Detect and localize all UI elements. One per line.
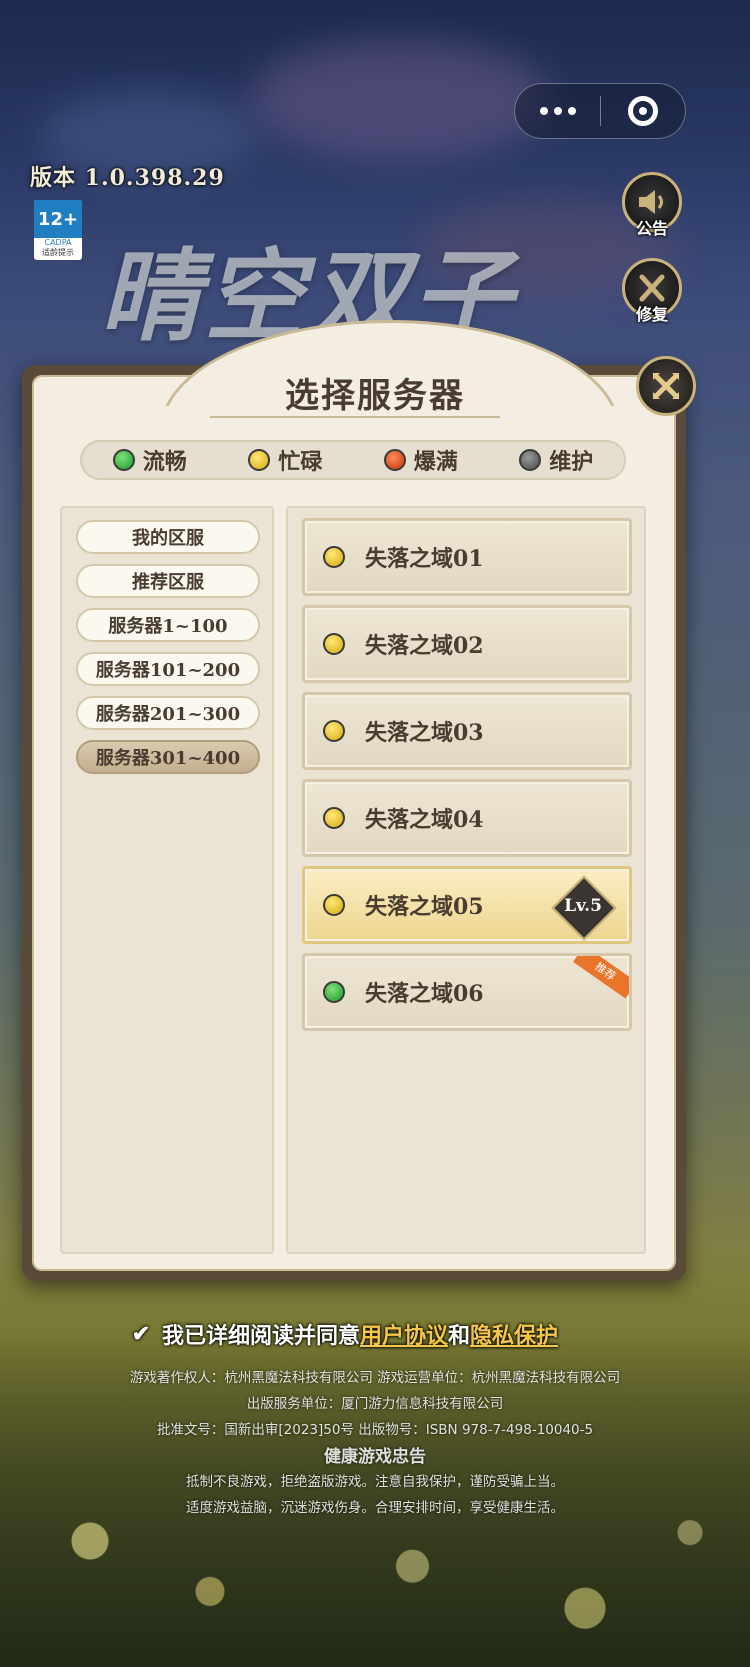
announcement-label: 公告 [635, 219, 668, 238]
category-my-servers[interactable]: 我的区服 [76, 520, 260, 554]
legend-label: 维护 [549, 449, 594, 475]
agreement-row: ✔ 我已详细阅读并同意用户协议和隐私保护 [130, 1318, 558, 1350]
more-dots-icon[interactable] [515, 84, 600, 138]
publisher-line: 出版服务单位：厦门游力信息科技有限公司 [246, 1396, 504, 1412]
server-name: 失落之域04 [365, 807, 484, 833]
legend-item-maintenance: 维护 [519, 444, 593, 476]
copyright-line: 游戏著作权人：杭州黑魔法科技有限公司 游戏运营单位：杭州黑魔法科技有限公司 [129, 1370, 621, 1386]
category-server-201-300[interactable]: 服务器201~300 [76, 696, 260, 730]
wrench-icon [639, 274, 665, 302]
age-rating-number: 12+ [34, 200, 82, 238]
gray-status-icon [519, 449, 542, 471]
category-server-1-100[interactable]: 服务器1~100 [76, 608, 260, 642]
health-advice-line: 抵制不良游戏，拒绝盗版游戏。注意自我保护，谨防受骗上当。 [186, 1474, 564, 1490]
age-rating-caption: 适龄提示 [42, 248, 74, 257]
privacy-policy-link[interactable]: 隐私保护 [470, 1323, 558, 1349]
close-miniprogram-icon[interactable] [601, 84, 685, 138]
green-status-icon [323, 981, 345, 1003]
server-name: 失落之域05 [365, 894, 484, 920]
age-rating-badge[interactable]: 12+ CADPA 适龄提示 [34, 200, 82, 260]
user-agreement-link[interactable]: 用户协议 [360, 1323, 448, 1349]
category-server-301-400[interactable]: 服务器301~400 [76, 740, 260, 774]
server-name: 失落之域01 [365, 546, 484, 572]
legend-item-full: 爆满 [383, 444, 458, 476]
version-label: 版本 1.0.398.29 [30, 165, 225, 191]
category-recommended[interactable]: 推荐区服 [76, 564, 260, 598]
server-item[interactable]: 失落之域02 [302, 605, 632, 683]
agree-and-text: 和 [448, 1323, 471, 1349]
legend-label: 爆满 [413, 449, 458, 475]
server-level-badge: Lv.5 [564, 896, 602, 916]
server-item[interactable]: 失落之域06 推荐 [302, 953, 632, 1031]
yellow-status-icon [323, 546, 345, 568]
yellow-status-icon [323, 633, 345, 655]
checkbox-checked-icon[interactable]: ✔ [130, 1321, 152, 1347]
close-x-icon [653, 373, 679, 399]
server-item[interactable]: 失落之域03 [302, 692, 632, 770]
red-status-icon [383, 449, 406, 471]
server-item-selected[interactable]: 失落之域05 Lv.5 [302, 866, 632, 944]
server-item[interactable]: 失落之域01 [302, 518, 632, 596]
legend-item-smooth: 流畅 [112, 444, 187, 476]
category-server-101-200[interactable]: 服务器101~200 [76, 652, 260, 686]
server-item[interactable]: 失落之域04 [302, 779, 632, 857]
repair-button[interactable]: 修复 [622, 258, 682, 324]
title-divider [210, 416, 500, 418]
server-list: 失落之域01 失落之域02 失落之域03 失落之域04 失落之域05 Lv.5 … [286, 506, 646, 1254]
close-panel-button[interactable] [636, 356, 696, 416]
yellow-status-icon [248, 449, 271, 471]
legend-label: 流畅 [142, 449, 187, 475]
age-rating-org: CADPA [44, 238, 72, 247]
server-name: 失落之域02 [365, 633, 484, 659]
yellow-status-icon [323, 894, 345, 916]
green-status-icon [112, 449, 135, 471]
yellow-status-icon [323, 720, 345, 742]
server-name: 失落之域03 [365, 720, 484, 746]
status-legend: 流畅 忙碌 爆满 维护 [80, 440, 626, 480]
recommended-ribbon: 推荐 [573, 956, 629, 999]
yellow-status-icon [323, 807, 345, 829]
repair-label: 修复 [635, 305, 668, 324]
sky-cloud [250, 40, 550, 160]
category-list: 我的区服 推荐区服 服务器1~100 服务器101~200 服务器201~300… [60, 506, 274, 1254]
agree-text: 我已详细阅读并同意 [162, 1323, 361, 1349]
announcement-button[interactable]: 公告 [622, 172, 682, 238]
legend-item-busy: 忙碌 [248, 444, 322, 476]
miniprogram-capsule [514, 83, 686, 139]
health-advice-title: 健康游戏忠告 [324, 1447, 426, 1467]
health-advice-line: 适度游戏益脑，沉迷游戏伤身。合理安排时间，享受健康生活。 [186, 1500, 564, 1516]
speaker-icon [639, 190, 663, 214]
legend-label: 忙碌 [278, 449, 323, 475]
approval-line: 批准文号：国新出审[2023]50号 出版物号：ISBN 978-7-498-1… [156, 1422, 594, 1438]
server-name: 失落之域06 [365, 981, 484, 1007]
